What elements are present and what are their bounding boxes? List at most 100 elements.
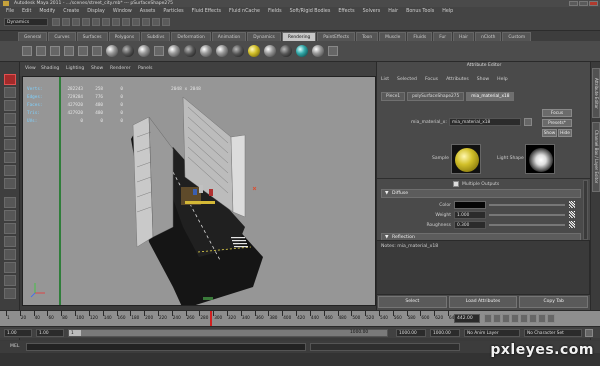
ae-scrollbar[interactable] [583,180,588,240]
sss-shader-icon[interactable] [232,45,244,57]
tab-fluids[interactable]: Fluids [407,32,433,41]
tab-curves[interactable]: Curves [48,32,76,41]
ae-menu-help[interactable]: Help [497,77,507,82]
attribute-editor-side-tab[interactable]: Attribute Editor [592,68,600,118]
open-scene-icon[interactable] [62,18,70,26]
focus-button[interactable]: Focus [542,109,572,117]
load-attributes-button[interactable]: Load Attributes [448,296,518,308]
blinn-shader-icon[interactable] [106,45,118,57]
menu-effects[interactable]: Effects [338,9,354,14]
ae-menu-list[interactable]: List [381,77,389,82]
mel-command-input[interactable] [26,343,306,351]
color-swatch[interactable] [454,201,486,209]
play-backward-icon[interactable] [511,314,519,323]
save-scene-icon[interactable] [72,18,80,26]
chrome-shader-icon[interactable] [264,45,276,57]
hide-button[interactable]: Hide [558,129,572,137]
character-set-selector[interactable]: No Character Set [524,329,582,337]
weight-slider[interactable] [489,214,565,216]
menu-particles[interactable]: Particles [163,9,183,14]
scale-tool-icon[interactable] [4,139,16,150]
playback-end-field[interactable]: 1000.00 [396,329,426,337]
menu-fields[interactable]: Fields [268,9,282,14]
dielectric-shader-icon[interactable] [200,45,212,57]
spot-light-icon[interactable] [36,46,46,56]
render-view-icon[interactable] [154,46,164,56]
end-time-field[interactable]: 1000.00 [430,329,460,337]
tab-muscle[interactable]: Muscle [379,32,407,41]
tab-surfaces[interactable]: Surfaces [76,32,108,41]
tab-deformation[interactable]: Deformation [171,32,211,41]
new-scene-icon[interactable] [52,18,60,26]
perspective-viewport[interactable]: Verts: 282243 258 0 Edges: 729284 776 0 Faces:… [22,76,376,306]
copy-tab-button[interactable]: Copy Tab [519,296,589,308]
step-back-key-icon[interactable] [502,314,510,323]
roughness-field[interactable]: 0.300 [454,221,486,229]
phong-shader-icon[interactable] [138,45,150,57]
map-button-icon[interactable] [569,211,575,218]
last-tool-icon[interactable] [4,178,16,189]
ae-menu-selected[interactable]: Selected [397,77,417,82]
playback-start-field[interactable]: 1.00 [36,329,64,337]
autokey-icon[interactable] [585,329,593,337]
tab-custom[interactable]: Custom [502,32,532,41]
soft-mod-tool-icon[interactable] [4,165,16,176]
viewport-menu-shading[interactable]: Shading [41,66,59,71]
channel-box-side-tab[interactable]: Channel Box / Layer Editor [592,122,600,192]
weight-field[interactable]: 1.000 [454,211,486,219]
menu-help[interactable]: Help [442,9,453,14]
lambert-shader-icon[interactable] [122,45,134,57]
snap-point-icon[interactable] [132,18,140,26]
viewport-menu-show[interactable]: Show [91,66,103,71]
time-slider[interactable]: 1 20 40 60 80 100 120 140 160 180 200 220 240 260 280 3… [0,310,600,327]
ae-menu-focus[interactable]: Focus [425,77,438,82]
viewport-menu-view[interactable]: View [25,66,36,71]
diffuse-section-header[interactable]: ▼ Diffuse [381,189,581,198]
viewport-menu-panels[interactable]: Panels [138,66,152,71]
current-frame-field[interactable]: 442.00 [454,314,480,323]
snap-grid-icon[interactable] [112,18,120,26]
rotate-tool-icon[interactable] [4,126,16,137]
select-tool-icon[interactable] [4,74,16,85]
roughness-slider[interactable] [489,224,565,226]
node-name-field[interactable]: mia_material_x18 [449,118,521,126]
lasso-tool-icon[interactable] [4,87,16,98]
current-time-marker[interactable] [210,311,212,327]
persp-outliner-layout-icon[interactable] [4,275,16,286]
ambient-light-icon[interactable] [78,46,88,56]
viewport-menu-renderer[interactable]: Renderer [110,66,131,71]
tab-ncloth[interactable]: nCloth [475,32,502,41]
maximize-button[interactable] [579,1,588,6]
step-forward-icon[interactable] [538,314,546,323]
script-layout-icon[interactable] [4,288,16,299]
tab-painteffects[interactable]: PaintEffects [317,32,356,41]
snap-curve-icon[interactable] [122,18,130,26]
color-slider[interactable] [489,204,565,206]
presets-button[interactable]: Presets* [542,119,572,127]
render-frame-icon[interactable] [142,18,150,26]
ipr-render-icon[interactable] [152,18,160,26]
move-tool-icon[interactable] [4,113,16,124]
go-to-input-icon[interactable] [524,118,532,126]
ae-tab-poly-surface-shape[interactable]: polySurfaceShape275 [407,92,465,101]
render-layer-icon[interactable] [328,46,338,56]
car-paint-shader-icon[interactable] [216,45,228,57]
four-view-layout-icon[interactable] [4,210,16,221]
menu-fluid-effects[interactable]: Fluid Effects [192,9,221,14]
range-slider-handle[interactable]: 1 [69,330,81,336]
graph-layout-icon[interactable] [4,236,16,247]
tab-hair[interactable]: Hair [453,32,475,41]
map-button-icon[interactable] [569,221,575,228]
ocean-shader-icon[interactable] [296,45,308,57]
area-light-icon[interactable] [50,46,60,56]
go-to-end-icon[interactable] [547,314,555,323]
directional-light-icon[interactable] [22,46,32,56]
close-button[interactable] [589,1,598,6]
dark-shader-icon[interactable] [280,45,292,57]
tab-polygons[interactable]: Polygons [108,32,141,41]
step-back-icon[interactable] [493,314,501,323]
render-layout-icon[interactable] [4,262,16,273]
mia-shader-icon[interactable] [184,45,196,57]
select-button[interactable]: Select [378,296,447,308]
play-forward-icon[interactable] [520,314,528,323]
